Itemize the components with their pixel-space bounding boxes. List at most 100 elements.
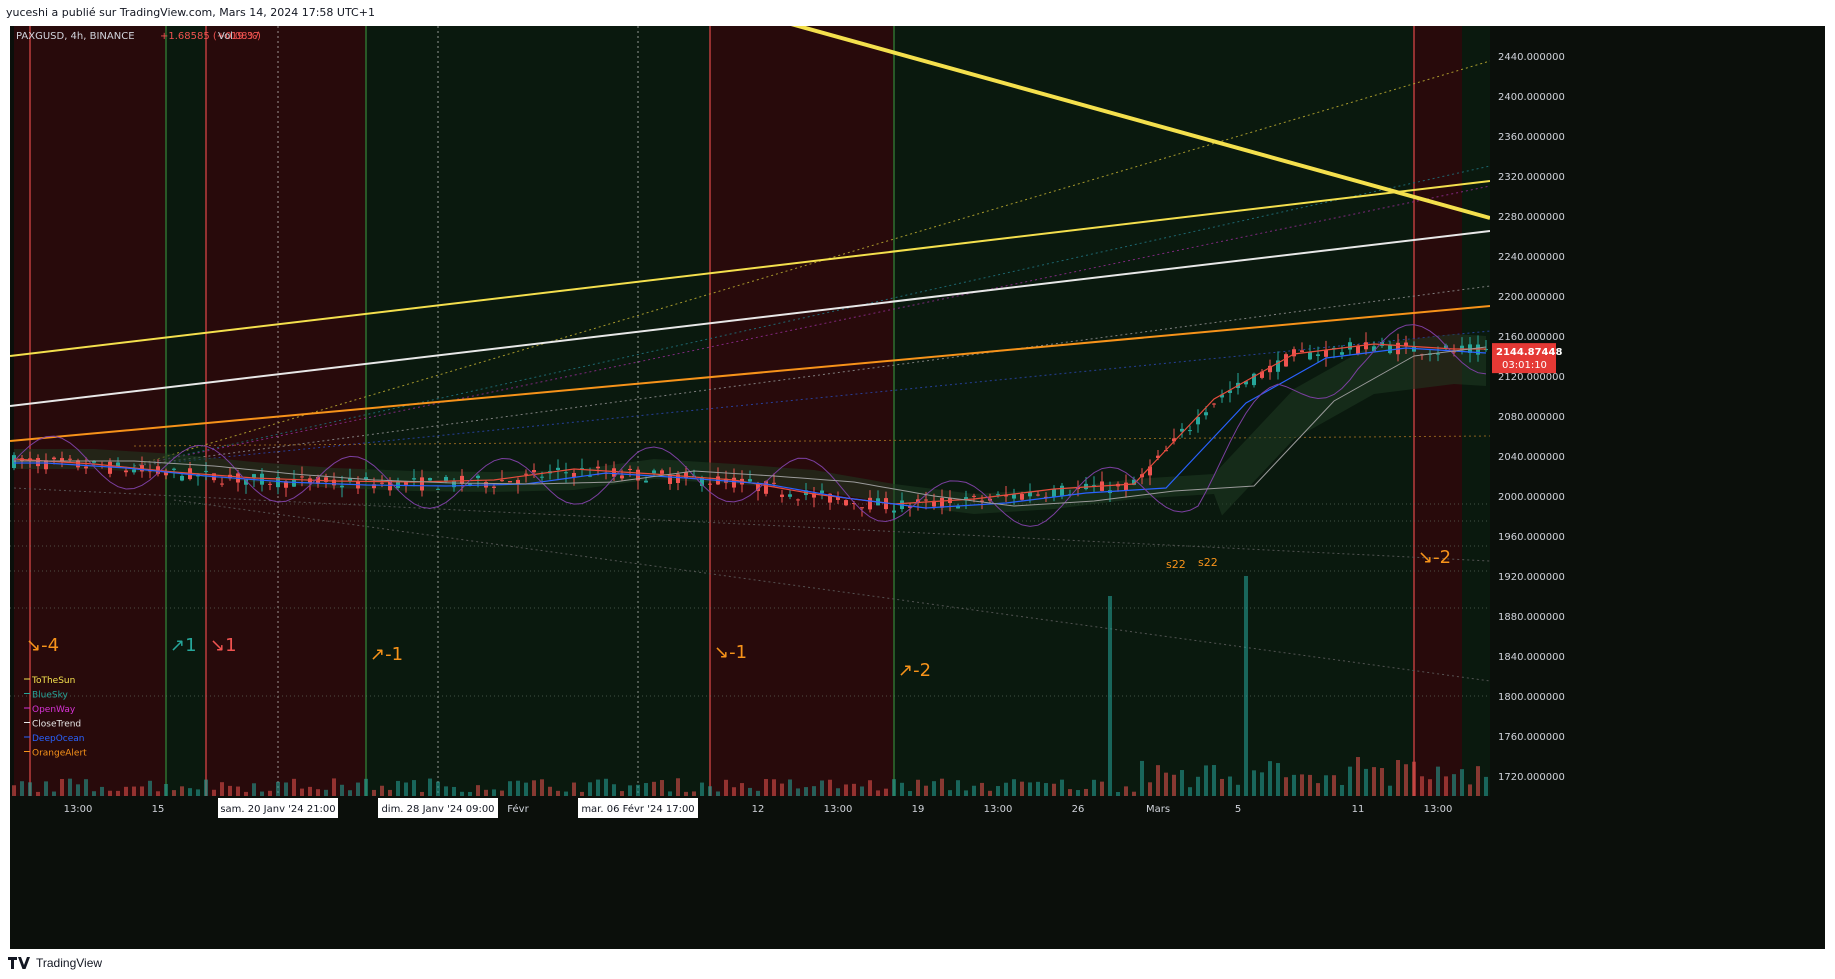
volume-bar (372, 789, 376, 796)
candle-body (380, 482, 384, 484)
volume-bar (892, 779, 896, 796)
candle-body (1308, 352, 1312, 360)
volume-bar (676, 778, 680, 796)
x-tick-label: dim. 28 Janv '24 09:00 (381, 804, 494, 815)
volume-bar (596, 779, 600, 796)
x-tick-label: 13:00 (64, 804, 93, 815)
x-tick-label: 5 (1235, 804, 1241, 815)
volume-bar (652, 781, 656, 796)
small-label-0: s22 (1166, 558, 1186, 571)
candle-body (1340, 352, 1344, 355)
volume-bar (780, 783, 784, 796)
footer: TradingView (8, 953, 102, 973)
candle-body (300, 476, 304, 478)
volume-bar (1036, 781, 1040, 796)
volume-bar (788, 779, 792, 796)
candle-body (412, 478, 416, 480)
x-tick-label: sam. 20 Janv '24 21:00 (220, 804, 335, 815)
candle-body (860, 507, 864, 509)
chart-area[interactable]: ↘-4 ↗1 ↘1 ↗-1 ↘-1 ↗-2 ↘-2 s22 s22 ToTheSun BlueSky… (10, 26, 1825, 949)
volume-bar (444, 786, 448, 796)
signal-label-6: ↘-2 (1418, 547, 1451, 568)
y-tick-label: 1920.000000 (1498, 572, 1565, 583)
volume-bar (132, 786, 136, 796)
y-tick-label: 2360.000000 (1498, 132, 1565, 143)
volume-bar (828, 779, 832, 796)
candle-body (772, 482, 776, 484)
candle-body (660, 470, 664, 474)
volume-bar (1020, 781, 1024, 796)
legend-entry-0: ToTheSun (31, 676, 75, 686)
volume-bar (1132, 791, 1136, 796)
candle-body (924, 499, 928, 501)
volume-bar (52, 791, 56, 796)
volume-bar (572, 782, 576, 796)
candle-body (132, 469, 136, 473)
x-tick-label: 11 (1352, 804, 1365, 815)
candle-body (1036, 494, 1040, 496)
chart-svg[interactable]: ↘-4 ↗1 ↘1 ↗-1 ↘-1 ↗-2 ↘-2 s22 s22 ToTheSun BlueSky… (10, 26, 1825, 949)
volume-bar (388, 789, 392, 796)
volume-bar (1204, 765, 1208, 796)
volume-bar (1452, 774, 1456, 796)
legend-entry-5: OrangeAlert (32, 749, 87, 759)
candle-body (204, 470, 208, 472)
volume-bar (844, 784, 848, 796)
volume-bar (692, 791, 696, 796)
candle-body (172, 468, 176, 470)
volume-bar (884, 788, 888, 796)
volume-bar (796, 788, 800, 796)
volume-bar (212, 789, 216, 796)
legend-entry-3: CloseTrend (32, 720, 81, 730)
volume-bar (972, 785, 976, 796)
volume-bar (956, 780, 960, 796)
volume-bar (380, 785, 384, 796)
volume-bar (300, 788, 304, 796)
volume-bar (556, 790, 560, 796)
candle-body (628, 468, 632, 470)
candle-body (620, 475, 624, 479)
volume-bar (220, 782, 224, 796)
volume-bar (852, 783, 856, 796)
volume-bar (620, 791, 624, 796)
volume-bar (764, 779, 768, 796)
volume-bar (580, 791, 584, 796)
candle-body (180, 475, 184, 481)
candle-body (524, 473, 528, 475)
volume-bar (1044, 783, 1048, 796)
volume-bar (252, 783, 256, 796)
volume-bar (1172, 774, 1176, 796)
volume-bar (1420, 776, 1424, 796)
volume-bar (948, 790, 952, 796)
volume-bar (1324, 775, 1328, 796)
candle-body (1364, 342, 1368, 350)
volume-bar (428, 778, 432, 796)
candle-body (868, 497, 872, 510)
candle-body (564, 472, 568, 474)
candle-body (468, 483, 472, 485)
volume-bar (548, 786, 552, 796)
volume-bar (1156, 765, 1160, 796)
volume-bar (1364, 768, 1368, 796)
candle-body (500, 480, 504, 482)
volume-bar (924, 785, 928, 796)
volume-bar (916, 779, 920, 796)
volume-bar (476, 785, 480, 796)
volume-bar (92, 791, 96, 796)
volume-bar (1412, 761, 1416, 796)
volume-bar (1292, 774, 1296, 796)
volume-bar (108, 790, 112, 796)
volume-bar (1244, 576, 1248, 796)
volume-bar (604, 778, 608, 796)
volume-bar (332, 778, 336, 796)
volume-bar (1276, 763, 1280, 796)
candle-body (972, 495, 976, 497)
volume-bar (1356, 757, 1360, 796)
volume-bar (1220, 778, 1224, 796)
volume-bar (308, 786, 312, 796)
volume-bar (860, 786, 864, 796)
candle-body (1388, 345, 1392, 354)
volume-bar (76, 784, 80, 796)
volume-bar (1028, 782, 1032, 796)
volume-bar (508, 781, 512, 796)
